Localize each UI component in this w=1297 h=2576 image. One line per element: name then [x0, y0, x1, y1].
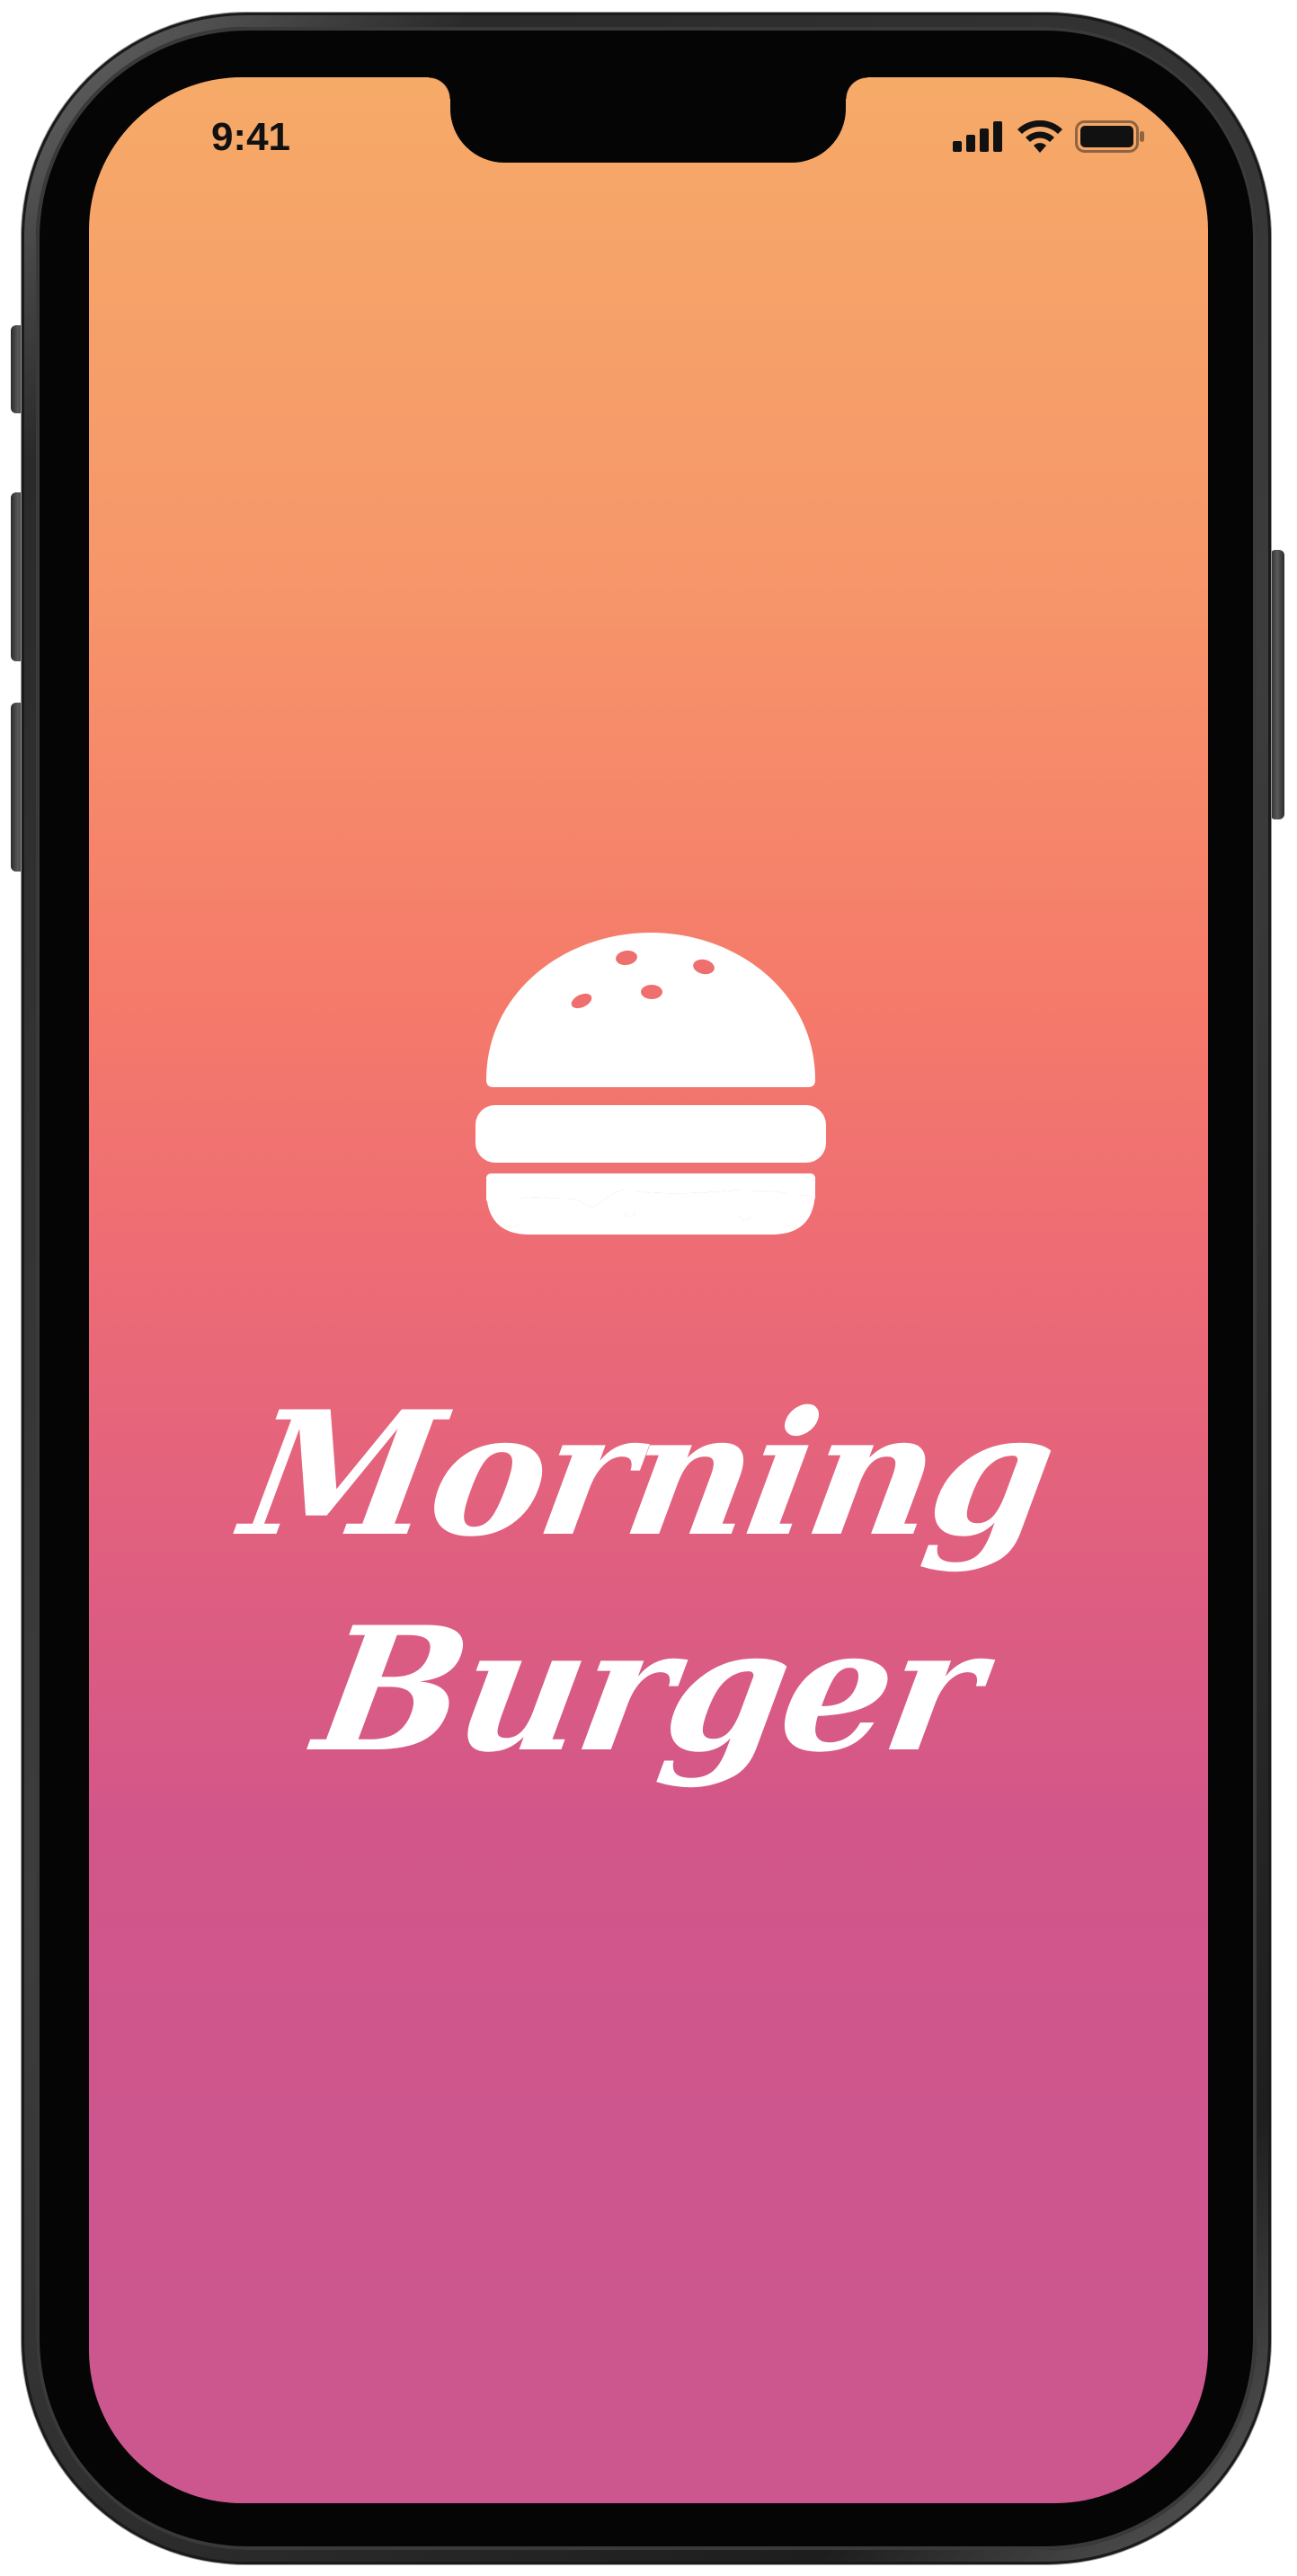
status-icons [953, 120, 1145, 153]
device-mockup: 9:41 Morning Burger [0, 0, 1297, 2576]
wifi-icon [1017, 120, 1062, 153]
cellular-signal-icon [953, 121, 1002, 152]
app-title-line-2: Burger [303, 1589, 994, 1790]
status-time: 9:41 [210, 115, 291, 159]
battery-icon [1075, 120, 1144, 153]
burger-icon [475, 933, 826, 1235]
splash-screen: 9:41 Morning Burger [89, 77, 1208, 2503]
app-title-line-1: Morning [230, 1374, 1067, 1574]
notch [429, 77, 867, 163]
side-button [1270, 550, 1284, 819]
